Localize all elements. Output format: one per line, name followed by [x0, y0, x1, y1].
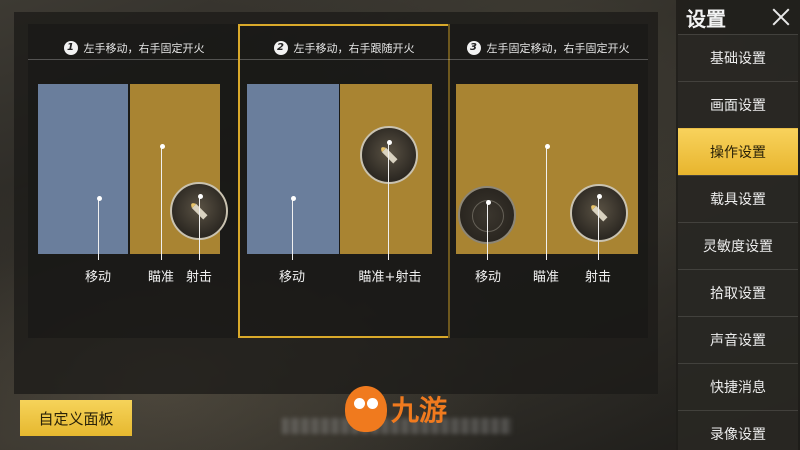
- sidebar-item-pickup[interactable]: 拾取设置: [678, 269, 798, 316]
- move-zone: [38, 84, 128, 254]
- aim-label: 瞄准: [532, 270, 560, 285]
- option-number-badge: 3: [466, 40, 481, 55]
- sidebar-item-replay[interactable]: 录像设置: [678, 410, 798, 450]
- sidebar-item-graphics[interactable]: 画面设置: [678, 81, 798, 128]
- fire-pointer-dot: [198, 194, 203, 199]
- watermark-logo: 九游: [345, 383, 465, 435]
- fire-pointer-line: [199, 196, 200, 260]
- bullet-icon: [591, 205, 608, 222]
- aim-pointer-dot: [545, 144, 550, 149]
- fire-pointer-line: [598, 196, 599, 260]
- aim-fire-label: 瞄准+射击: [358, 270, 422, 285]
- option-title-text: 左手移动，右手跟随开火: [293, 41, 415, 55]
- fire-button-icon: [570, 184, 628, 242]
- option-title: 3 左手固定移动，右手固定开火: [448, 36, 648, 60]
- aim-label: 瞄准: [147, 270, 175, 285]
- custom-panel-button[interactable]: 自定义面板: [20, 400, 132, 436]
- aim-pointer-dot: [160, 144, 165, 149]
- option-number-badge: 1: [63, 40, 78, 55]
- sidebar-item-quick-message[interactable]: 快捷消息: [678, 363, 798, 410]
- option-title: 1 左手移动，右手固定开火: [28, 36, 240, 60]
- fire-label: 射击: [584, 270, 612, 285]
- aim-pointer-line: [161, 146, 162, 260]
- move-pointer-line: [98, 198, 99, 260]
- move-zone: [247, 84, 339, 254]
- sidebar-item-sensitivity[interactable]: 灵敏度设置: [678, 222, 798, 269]
- control-option-2[interactable]: 2 左手移动，右手跟随开火 移动 瞄准+射击: [238, 24, 450, 338]
- move-pointer-line: [292, 198, 293, 260]
- settings-title: 设置: [686, 6, 726, 31]
- sidebar-item-controls[interactable]: 操作设置: [678, 128, 798, 175]
- move-label: 移动: [474, 270, 502, 285]
- aim-fire-pointer-line: [388, 142, 389, 260]
- sidebar-item-vehicle[interactable]: 载具设置: [678, 175, 798, 222]
- fire-label: 射击: [185, 270, 213, 285]
- control-option-1[interactable]: 1 左手移动，右手固定开火 移动 瞄准 射击: [28, 24, 240, 338]
- watermark-text: 九游: [391, 394, 448, 427]
- move-pointer-line: [487, 202, 488, 260]
- move-pointer-dot: [486, 200, 491, 205]
- sidebar-item-basic[interactable]: 基础设置: [678, 34, 798, 81]
- control-option-3[interactable]: 3 左手固定移动，右手固定开火 移动 瞄准 射击: [448, 24, 648, 338]
- mascot-logo-icon: [345, 386, 387, 432]
- move-label: 移动: [278, 270, 306, 285]
- option-title: 2 左手移动，右手跟随开火: [240, 36, 448, 60]
- option-title-text: 左手移动，右手固定开火: [83, 41, 205, 55]
- sidebar-header: 设置: [676, 0, 800, 34]
- fire-pointer-dot: [597, 194, 602, 199]
- control-scheme-panel: 1 左手移动，右手固定开火 移动 瞄准 射击 2 左手移动，右手跟随开火 移动 …: [14, 12, 658, 394]
- settings-sidebar: 设置 基础设置 画面设置 操作设置 载具设置 灵敏度设置 拾取设置 声音设置 快…: [676, 0, 800, 450]
- aim-pointer-line: [546, 146, 547, 260]
- move-pointer-dot: [291, 196, 296, 201]
- aim-fire-pointer-dot: [387, 140, 392, 145]
- aim-fire-button-icon: [360, 126, 418, 184]
- sidebar-item-audio[interactable]: 声音设置: [678, 316, 798, 363]
- option-number-badge: 2: [273, 40, 288, 55]
- close-icon[interactable]: [770, 6, 792, 28]
- option-title-text: 左手固定移动，右手固定开火: [486, 41, 630, 55]
- move-label: 移动: [84, 270, 112, 285]
- move-pointer-dot: [97, 196, 102, 201]
